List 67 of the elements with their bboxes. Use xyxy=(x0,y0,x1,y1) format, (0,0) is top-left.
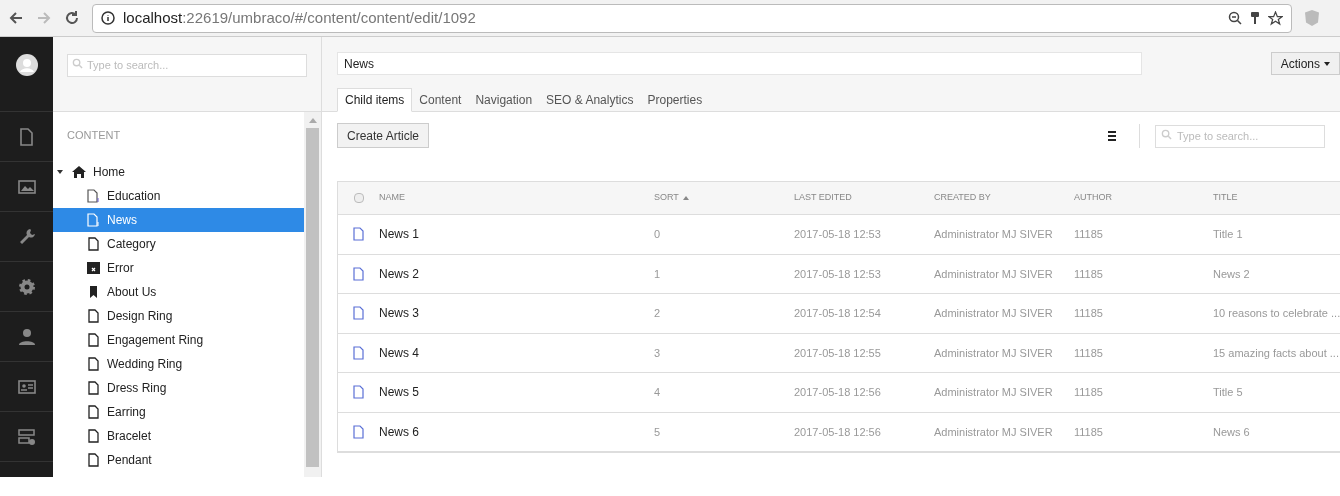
table-cell: 2017-05-18 12:56 xyxy=(794,425,881,438)
table-cell: Administrator MJ SIVER xyxy=(934,267,1053,280)
table-cell: 2017-05-18 12:54 xyxy=(794,307,881,319)
table-cell: 15 amazing facts about ... xyxy=(1213,346,1339,359)
tree-search-field[interactable]: Type to search... xyxy=(67,53,307,77)
table-cell: 2017-05-18 12:55 xyxy=(794,346,881,359)
table-cell: 2017-05-18 12:53 xyxy=(794,267,881,280)
tree-item[interactable]: News xyxy=(53,207,304,232)
url-text: localhost:22619/umbraco/#/content/content/edit/1092 xyxy=(123,7,477,28)
table-cell: 2017-05-18 12:53 xyxy=(794,228,881,240)
table-cell: 11185 xyxy=(1074,346,1103,359)
tree-item[interactable]: Dress Ring xyxy=(53,375,304,400)
tree-item[interactable]: Error xyxy=(53,255,304,280)
table-cell: Title 1 xyxy=(1213,228,1243,240)
tab[interactable]: SEO & Analytics xyxy=(539,88,641,112)
tree-heading: CONTENT xyxy=(66,128,122,143)
tree-item[interactable]: Earring xyxy=(53,399,304,424)
table-cell: Administrator MJ SIVER xyxy=(934,346,1053,359)
table-cell: 10 reasons to celebrate ... xyxy=(1213,307,1340,319)
table-cell: Administrator MJ SIVER xyxy=(934,425,1053,438)
table-cell: 2 xyxy=(654,307,661,319)
item-link[interactable]: News 4 xyxy=(379,345,419,360)
column-header[interactable]: CREATED BY xyxy=(934,191,991,205)
table-cell: 11185 xyxy=(1074,267,1103,280)
table-cell: News 6 xyxy=(1213,425,1250,438)
tree-item[interactable]: Education xyxy=(53,183,304,208)
tree-item[interactable]: Engagement Ring xyxy=(53,327,304,352)
table-cell: Title 5 xyxy=(1213,386,1243,398)
tree-item[interactable]: Wedding Ring xyxy=(53,351,304,376)
item-link[interactable]: News 2 xyxy=(379,266,419,281)
create-article-button[interactable]: Create Article xyxy=(337,123,430,148)
table-cell: News 2 xyxy=(1213,267,1250,280)
tree-item[interactable]: About Us xyxy=(53,279,304,304)
address-bar[interactable]: localhost:22619/umbraco/#/content/content/edit/1092 xyxy=(92,3,1292,33)
tree-item[interactable]: Category xyxy=(53,231,304,256)
column-header[interactable]: LAST EDITED xyxy=(794,191,852,205)
tree-item[interactable]: Design Ring xyxy=(53,303,304,328)
list-search-field[interactable]: Type to search... xyxy=(1155,124,1325,148)
actions-button[interactable]: Actions xyxy=(1270,52,1340,75)
tab[interactable]: Navigation xyxy=(468,88,540,112)
table-cell: 11185 xyxy=(1074,425,1103,438)
table-cell: 4 xyxy=(654,386,661,398)
tab[interactable]: Properties xyxy=(640,88,710,112)
name-field[interactable]: News xyxy=(337,52,1142,75)
table-cell: 3 xyxy=(654,346,661,359)
tab[interactable]: Child items xyxy=(337,88,413,112)
item-link[interactable]: News 3 xyxy=(379,306,419,321)
tree-item[interactable]: Bracelet xyxy=(53,423,304,448)
table-cell: 11185 xyxy=(1074,228,1103,240)
tree-item[interactable]: Pendant xyxy=(53,447,304,472)
table-cell: 11185 xyxy=(1074,386,1103,398)
column-header[interactable]: AUTHOR xyxy=(1074,191,1112,205)
table-cell: Administrator MJ SIVER xyxy=(934,228,1053,240)
table-cell: 11185 xyxy=(1074,307,1103,319)
tree-item[interactable]: Home xyxy=(53,159,304,184)
tab[interactable]: Content xyxy=(412,88,469,112)
table-cell: 1 xyxy=(654,267,661,280)
table-cell: 5 xyxy=(654,425,661,438)
item-link[interactable]: News 5 xyxy=(379,385,419,400)
table-cell: 2017-05-18 12:56 xyxy=(794,386,881,398)
table-cell: Administrator MJ SIVER xyxy=(934,386,1053,398)
table-cell: Administrator MJ SIVER xyxy=(934,307,1053,319)
column-header[interactable]: TITLE xyxy=(1213,191,1238,205)
item-link[interactable]: News 6 xyxy=(379,424,419,439)
item-link[interactable]: News 1 xyxy=(379,227,419,242)
table-cell: 0 xyxy=(654,228,661,240)
column-header[interactable]: SORT xyxy=(654,191,679,205)
